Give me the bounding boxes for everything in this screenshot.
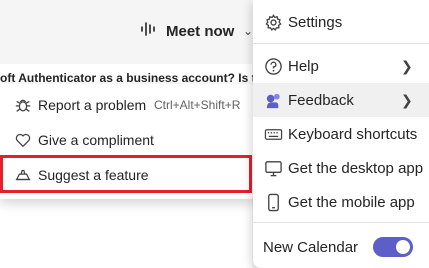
help-label: Help [288,57,319,75]
report-problem-item[interactable]: Report a problem Ctrl+Alt+Shift+R [0,88,256,122]
feedback-label: Feedback [288,91,354,109]
phone-icon [263,192,283,212]
divider [253,43,429,44]
chevron-down-icon[interactable]: ⌄ [243,24,253,38]
divider [253,222,429,223]
waveform-icon [140,20,158,42]
mobile-app-label: Get the mobile app [288,193,415,211]
feedback-icon [263,90,283,110]
gear-icon [263,12,283,32]
new-calendar-label: New Calendar [263,238,359,256]
desktop-app-label: Get the desktop app [288,159,424,177]
background-content-text: oft Authenticator as a business account?… [0,71,262,85]
settings-menu: Settings Help ❯ Feedback ❯ Keyboard shor… [253,0,429,268]
toggle-knob [396,240,410,254]
bug-icon [13,95,33,115]
suggest-feature-highlight [0,155,252,193]
new-calendar-toggle[interactable] [373,237,413,257]
menu-item-desktop-app[interactable]: Get the desktop app [253,151,429,185]
menu-item-help[interactable]: Help ❯ [253,49,429,83]
heart-icon [13,130,33,150]
menu-item-keyboard-shortcuts[interactable]: Keyboard shortcuts [253,117,429,151]
keyboard-icon [263,124,283,144]
chevron-right-icon: ❯ [401,57,413,74]
settings-label: Settings [288,13,343,31]
report-problem-label: Report a problem [38,97,147,113]
give-compliment-label: Give a compliment [38,132,154,148]
question-icon [263,56,283,76]
new-calendar-row: New Calendar [253,230,429,264]
menu-item-settings[interactable]: Settings [253,5,429,39]
meet-now-label: Meet now [166,22,235,40]
chevron-right-icon: ❯ [401,91,413,108]
menu-item-feedback[interactable]: Feedback ❯ [253,83,429,117]
meet-now-button[interactable]: Meet now [140,14,234,48]
menu-item-mobile-app[interactable]: Get the mobile app [253,185,429,219]
monitor-icon [263,158,283,178]
report-problem-shortcut: Ctrl+Alt+Shift+R [154,98,241,112]
give-compliment-item[interactable]: Give a compliment [0,123,256,157]
keyboard-shortcuts-label: Keyboard shortcuts [288,125,418,143]
